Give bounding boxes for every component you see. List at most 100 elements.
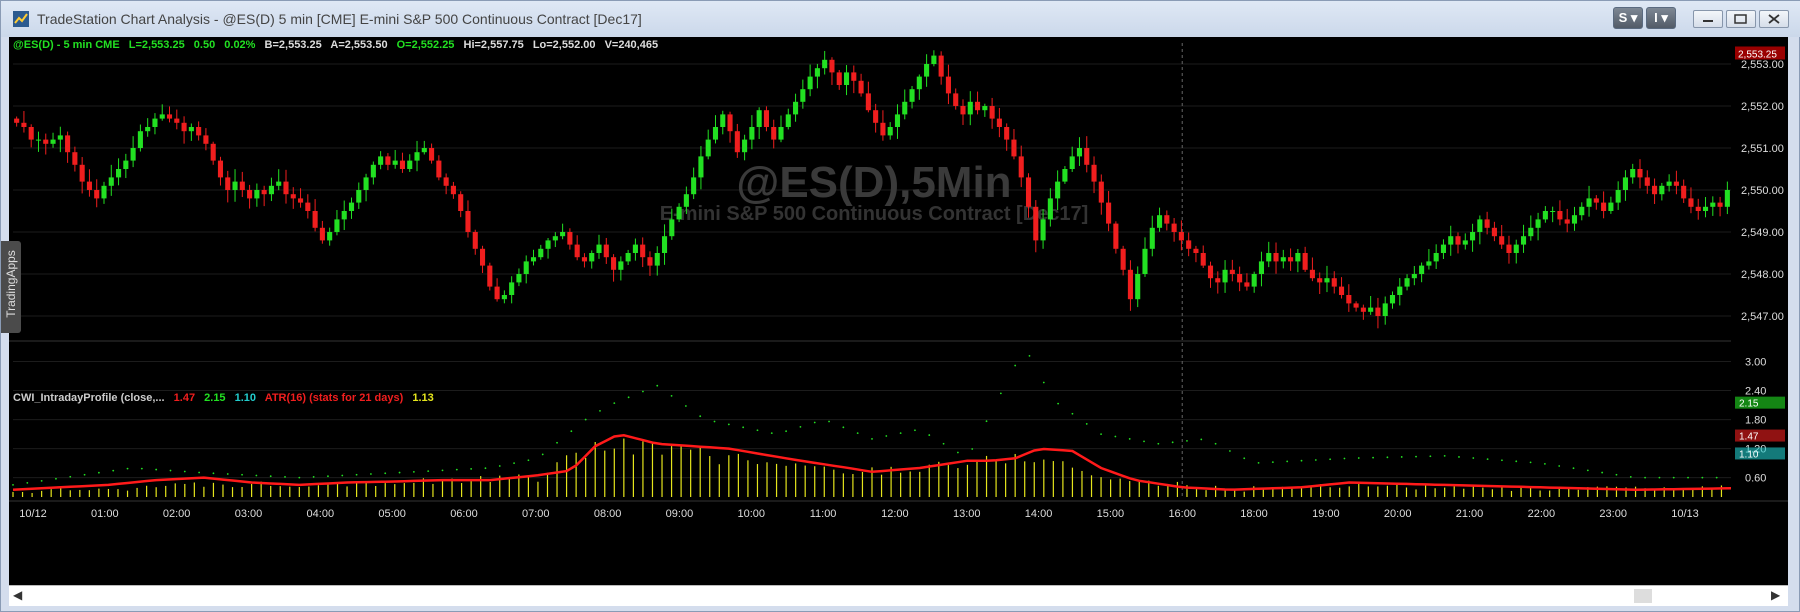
candle (632, 238, 638, 261)
candle (1659, 182, 1665, 201)
indicator-button[interactable]: I ▾ (1646, 7, 1676, 29)
candle (894, 104, 901, 139)
green-profile-dot (69, 475, 72, 478)
green-profile-dot (942, 442, 945, 445)
indicator-value-marker-label: 1.10 (1739, 449, 1759, 460)
candle (1018, 145, 1024, 188)
candle (1630, 163, 1636, 184)
green-profile-dot (284, 476, 286, 478)
candle (1186, 232, 1192, 257)
candle (108, 164, 114, 196)
candle (1550, 206, 1556, 223)
time-tick-label: 20:00 (1384, 508, 1412, 520)
time-tick-label: 18:00 (1240, 508, 1268, 520)
green-profile-dot (856, 432, 859, 435)
candle (1309, 257, 1315, 282)
indicator-value-red: 1.47 (173, 392, 196, 404)
net-change: 0.50 (193, 39, 216, 51)
minimize-button[interactable] (1693, 10, 1723, 28)
green-profile-dot (627, 396, 630, 399)
candle (996, 107, 1002, 138)
chart-area[interactable]: @ES(D),5Min E-mini S&P 500 Continuous Co… (9, 37, 1788, 585)
low-price: Lo=2,552.00 (532, 39, 596, 51)
candle (1207, 261, 1214, 288)
candle (1324, 265, 1330, 293)
candle (203, 128, 209, 151)
candle (1178, 220, 1184, 251)
candle (1164, 210, 1170, 231)
candle (72, 146, 78, 172)
green-profile-dot (1085, 423, 1088, 425)
green-profile-dot (1057, 402, 1060, 405)
candle (429, 143, 435, 164)
candle (771, 119, 777, 149)
title-bar[interactable]: TradeStation Chart Analysis - @ES(D) 5 m… (1, 1, 1800, 37)
horizontal-scrollbar[interactable]: ◀ ▶ (9, 585, 1788, 606)
candle (348, 197, 355, 219)
green-profile-dot (1042, 381, 1045, 384)
green-profile-dot (785, 430, 787, 433)
candle (225, 170, 231, 203)
candle (749, 115, 755, 150)
candle (1608, 196, 1614, 214)
green-profile-dot (684, 405, 687, 407)
scroll-right-icon[interactable]: ▶ (1771, 588, 1780, 602)
candle (137, 124, 143, 152)
green-profile-dot (1372, 456, 1374, 459)
candle (1652, 178, 1658, 204)
candle (807, 64, 813, 97)
green-profile-dot (914, 429, 916, 432)
restore-button[interactable] (1726, 10, 1756, 28)
green-profile-dot (1214, 442, 1217, 445)
time-tick-label: 02:00 (163, 508, 191, 520)
candle (297, 188, 304, 208)
price-axis[interactable]: 2,547.00 2,548.00 2,549.00 2,550.00 2,551.00… (1735, 46, 1785, 324)
candle (618, 256, 624, 281)
candle (931, 50, 937, 67)
green-profile-dot (1157, 442, 1160, 445)
candle (1666, 174, 1672, 192)
candle (836, 69, 842, 90)
green-profile-dot (1343, 457, 1346, 460)
green-profile-dot (1458, 456, 1460, 458)
green-profile-dot (1114, 435, 1117, 438)
candle (1389, 291, 1396, 309)
candle (873, 103, 879, 133)
time-tick-label: 08:00 (594, 508, 622, 520)
candle (1076, 137, 1083, 166)
candle (742, 134, 748, 161)
candle (1273, 242, 1279, 274)
candle (523, 255, 529, 284)
candle (1477, 215, 1483, 245)
green-profile-dot (1243, 457, 1246, 460)
green-profile-dot (470, 468, 473, 470)
time-axis[interactable]: 10/12 01:00 02:00 03:00 04:00 05:00 06:00 07:00… (9, 500, 1788, 520)
green-profile-dot (971, 448, 974, 450)
scroll-left-icon[interactable]: ◀ (13, 588, 22, 602)
candle (567, 228, 573, 250)
green-profile-dot (312, 476, 315, 478)
candle (1433, 244, 1439, 269)
candle (501, 290, 507, 304)
high-price: Hi=2,557.75 (463, 39, 524, 51)
candle (327, 227, 333, 246)
candle (1258, 251, 1265, 287)
candle (86, 169, 92, 197)
tradingapps-tab[interactable]: TradingApps (1, 241, 21, 333)
green-profile-dot (1429, 455, 1432, 458)
chart-canvas[interactable]: @ES(D),5Min E-mini S&P 500 Continuous Co… (9, 37, 1788, 585)
symbol-link-button[interactable]: S ▾ (1613, 7, 1643, 29)
atr-value: 1.13 (412, 392, 434, 404)
candle (1156, 207, 1163, 232)
candle (589, 250, 595, 269)
candle (1353, 301, 1359, 312)
open-price: O=2,552.25 (396, 39, 455, 51)
green-profile-dot (40, 479, 43, 482)
green-profile-dot (1687, 476, 1689, 479)
green-profile-dot (1386, 456, 1389, 459)
close-button[interactable] (1759, 10, 1789, 28)
indicator-axis[interactable]: 0.601.201.802.403.002.151.471.10 (1735, 357, 1785, 485)
scroll-thumb[interactable] (1634, 589, 1652, 603)
green-profile-dot (1357, 457, 1360, 459)
candle (1702, 197, 1709, 218)
